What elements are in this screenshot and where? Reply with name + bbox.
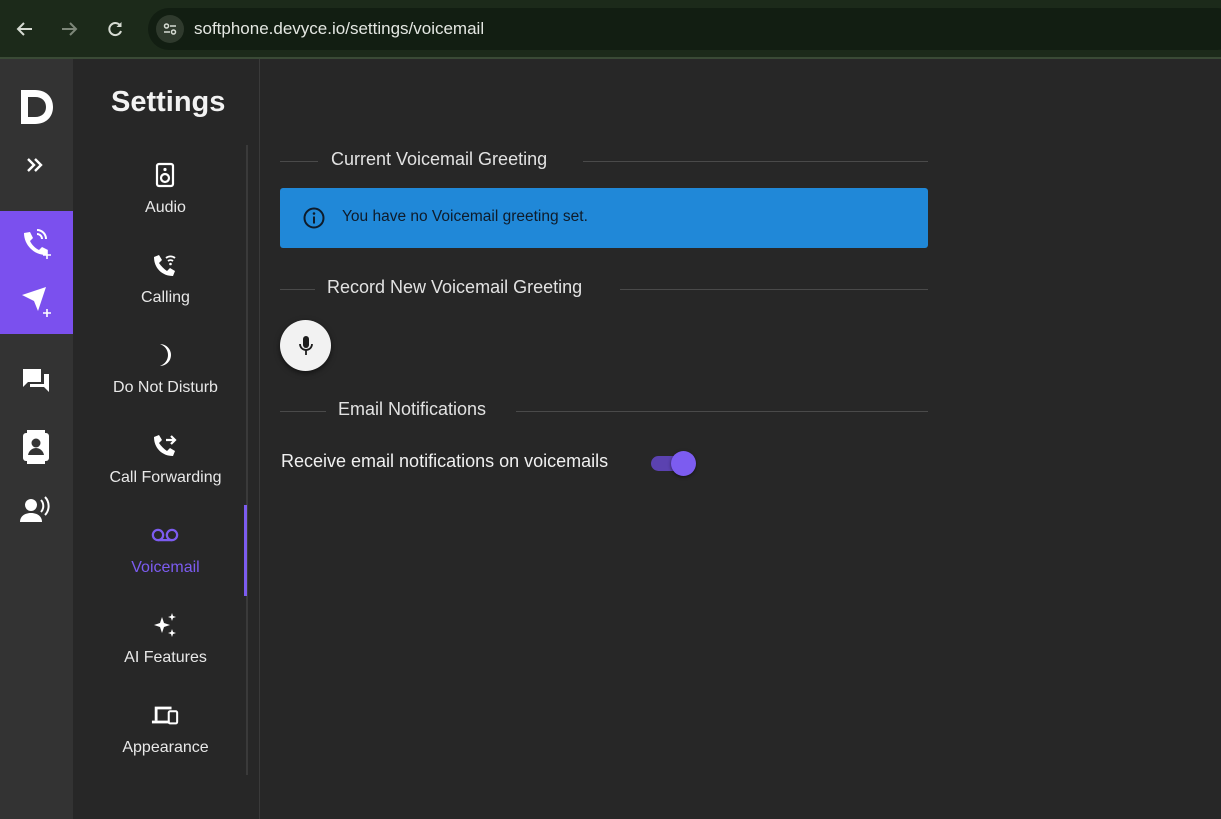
settings-item-label: Appearance [122, 739, 209, 756]
browser-toolbar: softphone.devyce.io/settings/voicemail [0, 0, 1221, 59]
expand-rail-button[interactable] [22, 153, 48, 177]
reload-icon [108, 22, 122, 37]
phone-wifi-icon [151, 251, 179, 279]
divider-line [583, 161, 928, 162]
settings-item-label: Calling [141, 289, 190, 306]
contact-card-icon [23, 430, 49, 464]
settings-item-voicemail[interactable]: Voicemail [73, 505, 258, 595]
section-title: Current Voicemail Greeting [331, 149, 548, 169]
arrow-left-icon [16, 22, 32, 36]
settings-item-calling[interactable]: Calling [73, 235, 258, 325]
section-title: Email Notifications [338, 399, 487, 419]
double-chevron-right-icon [27, 158, 43, 172]
record-greeting-header: Record New Voicemail Greeting [280, 277, 928, 301]
divider-line [516, 411, 928, 412]
settings-nav: Settings Audio Calling Do Not Disturb Ca… [73, 59, 260, 819]
speaking-person-icon [20, 496, 50, 522]
settings-item-appearance[interactable]: Appearance [73, 685, 258, 775]
divider-line [280, 411, 326, 412]
quick-actions [0, 211, 73, 334]
forward-button[interactable] [57, 17, 81, 41]
settings-item-audio[interactable]: Audio [73, 145, 258, 235]
current-greeting-header: Current Voicemail Greeting [280, 149, 928, 173]
tune-icon [163, 23, 177, 35]
settings-item-label: Voicemail [131, 559, 200, 576]
no-greeting-alert: You have no Voicemail greeting set. [280, 188, 928, 248]
voicemail-icon [151, 521, 179, 549]
divider-line [620, 289, 928, 290]
section-title: Record New Voicemail Greeting [327, 277, 583, 297]
voicemail-settings: Current Voicemail Greeting You have no V… [261, 59, 1221, 819]
app-rail [0, 59, 73, 819]
back-button[interactable] [13, 17, 37, 41]
new-message-button[interactable] [14, 281, 58, 321]
settings-item-label: Do Not Disturb [113, 379, 218, 396]
email-toggle-label: Receive email notifications on voicemail… [281, 451, 609, 471]
devyce-logo [18, 87, 56, 127]
arrow-right-icon [62, 22, 78, 36]
toggle-thumb [671, 451, 696, 476]
url-text[interactable]: softphone.devyce.io/settings/voicemail [194, 19, 484, 39]
settings-item-ai-features[interactable]: AI Features [73, 595, 258, 685]
email-notifications-toggle[interactable] [651, 451, 697, 476]
email-notifications-header: Email Notifications [280, 399, 928, 423]
alert-message: You have no Voicemail greeting set. [342, 208, 588, 225]
chat-icon [23, 369, 49, 392]
messages-button[interactable] [14, 361, 58, 401]
settings-item-label: Call Forwarding [109, 469, 222, 486]
info-icon [302, 206, 326, 230]
speaker-icon [151, 161, 179, 189]
site-info-button[interactable] [156, 15, 184, 43]
divider-line [280, 289, 315, 290]
new-call-button[interactable] [14, 223, 58, 263]
phone-plus-icon [24, 229, 51, 259]
settings-item-label: AI Features [124, 649, 207, 666]
send-plus-icon [22, 287, 51, 317]
settings-item-call-forwarding[interactable]: Call Forwarding [73, 415, 258, 505]
moon-icon [151, 341, 179, 369]
divider-line [280, 161, 318, 162]
settings-item-label: Audio [145, 199, 186, 216]
microphone-icon [298, 335, 313, 355]
voice-agent-button[interactable] [14, 491, 58, 531]
sparkles-icon [151, 611, 179, 639]
record-button[interactable] [280, 320, 331, 371]
settings-title: Settings [111, 86, 226, 118]
contacts-button[interactable] [14, 427, 58, 467]
settings-item-do-not-disturb[interactable]: Do Not Disturb [73, 325, 258, 415]
reload-button[interactable] [103, 17, 127, 41]
phone-forward-icon [151, 431, 179, 459]
devices-icon [151, 701, 179, 729]
address-bar[interactable]: softphone.devyce.io/settings/voicemail [148, 8, 1221, 50]
